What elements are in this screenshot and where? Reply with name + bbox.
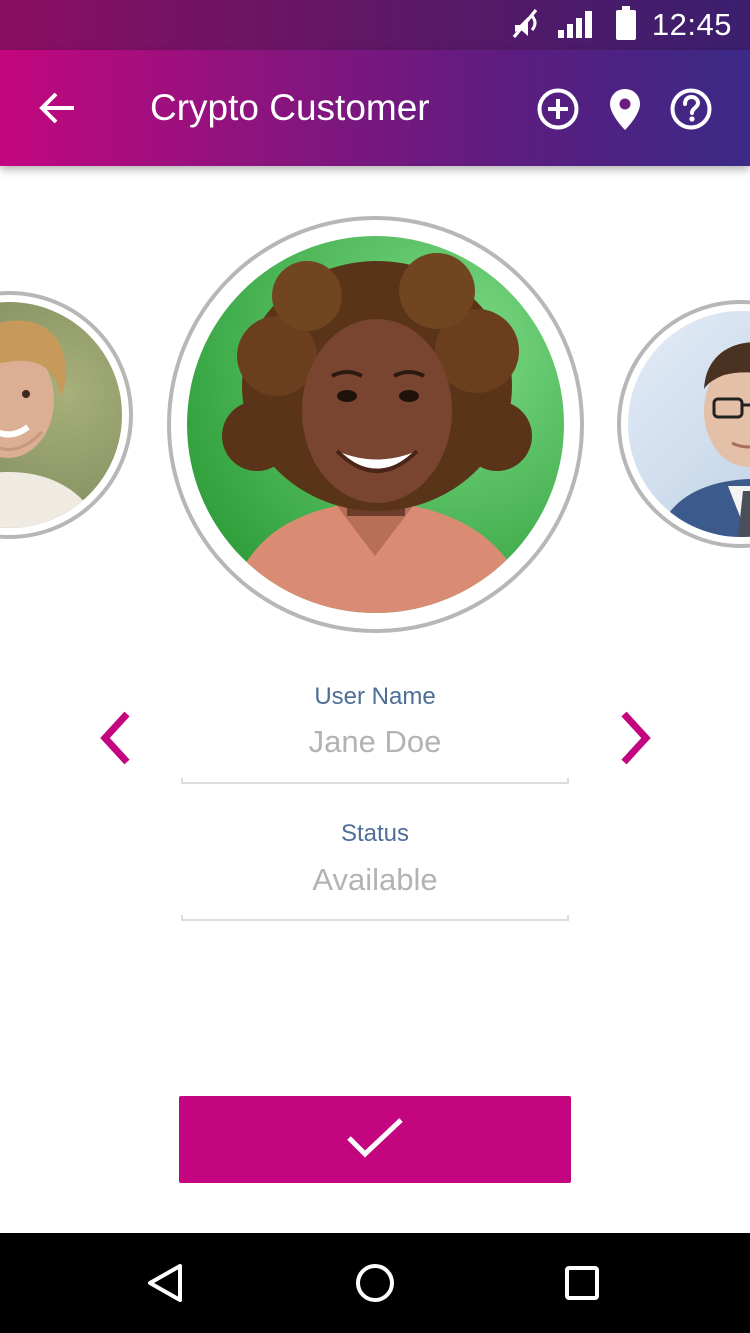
app-screen: 12:45 Crypto Customer User Name Jane Doe… (0, 0, 750, 1333)
status-field[interactable]: Available (0, 862, 750, 898)
check-icon (345, 1116, 405, 1164)
avatar-next[interactable] (617, 300, 750, 548)
signal-icon (556, 6, 600, 44)
avatar-photo-next (628, 311, 750, 537)
status-clock: 12:45 (651, 7, 732, 42)
page-title: Crypto Customer (150, 87, 430, 128)
avatar-photo-current (187, 236, 564, 613)
user-name-field[interactable]: Jane Doe (0, 724, 750, 760)
recents-square-icon[interactable] (557, 1258, 607, 1308)
home-circle-icon[interactable] (350, 1258, 400, 1308)
location-pin-icon[interactable] (602, 86, 648, 132)
help-circle-icon[interactable] (668, 86, 714, 132)
confirm-button[interactable] (179, 1096, 571, 1183)
status-bar: 12:45 (0, 0, 750, 50)
add-circle-icon[interactable] (535, 86, 581, 132)
avatar-current[interactable] (167, 216, 584, 633)
muted-icon (508, 6, 542, 44)
system-nav-bar (0, 1233, 750, 1333)
avatar-previous[interactable] (0, 291, 133, 539)
user-name-underline (181, 778, 569, 784)
avatar-photo-previous (0, 302, 122, 528)
back-triangle-icon[interactable] (140, 1258, 190, 1308)
app-bar: Crypto Customer (0, 50, 750, 166)
status-underline (181, 915, 569, 921)
arrow-left-icon[interactable] (36, 86, 80, 130)
status-label: Status (340, 820, 410, 847)
battery-icon (614, 5, 638, 45)
user-name-label: User Name (314, 683, 436, 710)
